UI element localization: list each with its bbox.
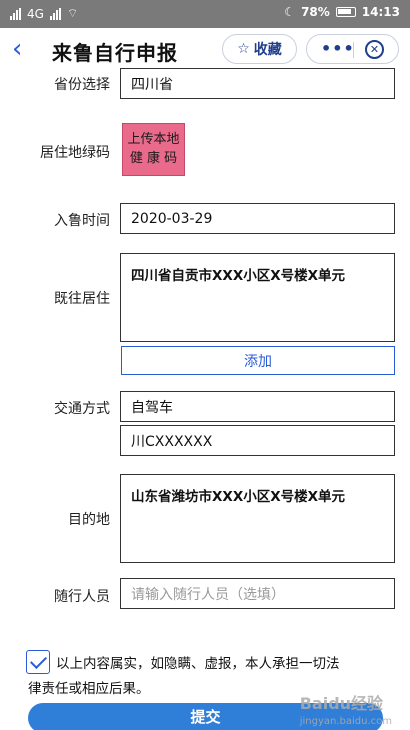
add-residence-button[interactable]: 添加 [121, 346, 395, 375]
status-bar: 4G ⌔ ☾ 78% 14:13 [0, 0, 410, 28]
watermark-brand: Baidu经验 [299, 694, 384, 713]
destination-value: 山东省潍坊市XXX小区X号楼X单元 [131, 489, 346, 505]
companions-input[interactable]: 请输入随行人员（选填） [120, 578, 395, 609]
entry-date-field[interactable]: 2020-03-29 [120, 203, 395, 234]
status-right: ☾ 78% 14:13 [284, 5, 400, 19]
entry-date-value: 2020-03-29 [131, 210, 213, 227]
plate-number-value: 川CXXXXXX [131, 433, 213, 450]
clock: 14:13 [361, 5, 400, 19]
watermark-url: jingyan.baidu.com [299, 716, 392, 727]
agreement-text-line2: 律责任或相应后果。 [28, 681, 150, 697]
navigation-bar: ‹ 来鲁自行申报 ☆ 收藏 ••• ✕ [0, 28, 410, 72]
close-miniapp-icon[interactable]: ✕ [365, 40, 384, 59]
moon-icon: ☾ [284, 5, 296, 19]
destination-field[interactable]: 山东省潍坊市XXX小区X号楼X单元 [120, 474, 395, 563]
watermark: Baidu经验 jingyan.baidu.com [300, 690, 392, 727]
health-code-label: 居住地绿码 [40, 145, 110, 161]
province-select[interactable]: 四川省 [120, 68, 395, 99]
province-value: 四川省 [131, 76, 173, 93]
miniapp-capsule: ••• ✕ [306, 34, 399, 64]
transport-mode-value: 自驾车 [131, 399, 173, 416]
favorite-button[interactable]: ☆ 收藏 [222, 34, 297, 64]
signal-icon-2 [49, 7, 61, 20]
destination-label: 目的地 [68, 512, 110, 528]
upload-line-1: 上传本地 [127, 132, 180, 147]
favorite-label: 收藏 [253, 42, 282, 58]
signal-icon [10, 7, 21, 20]
page-title: 来鲁自行申报 [52, 41, 178, 65]
plate-number-field[interactable]: 川CXXXXXX [120, 425, 395, 456]
upload-line-2: 健 康 码 [129, 151, 178, 166]
wifi-icon: ⌔ [66, 6, 79, 20]
back-arrow-icon[interactable]: ‹ [12, 34, 22, 64]
companions-label: 随行人员 [54, 589, 110, 605]
battery-icon [335, 7, 356, 17]
status-left: 4G ⌔ [10, 6, 78, 21]
more-menu-button[interactable]: ••• [321, 39, 355, 58]
agreement-checkbox[interactable] [26, 650, 50, 674]
past-residence-label: 既往居住 [54, 291, 110, 307]
star-icon: ☆ [237, 41, 250, 57]
entry-date-label: 入鲁时间 [54, 213, 110, 229]
health-code-upload-button[interactable]: 上传本地 健 康 码 [122, 123, 185, 176]
past-residence-value: 四川省自贡市XXX小区X号楼X单元 [131, 268, 346, 284]
transport-label: 交通方式 [54, 401, 110, 417]
capsule-divider [353, 42, 354, 58]
past-residence-field[interactable]: 四川省自贡市XXX小区X号楼X单元 [120, 253, 395, 342]
transport-mode-field[interactable]: 自驾车 [120, 391, 395, 422]
battery-level: 78% [301, 5, 330, 19]
network-type: 4G [27, 6, 44, 21]
province-label: 省份选择 [54, 77, 110, 93]
agreement-text-line1: 以上内容属实，如隐瞒、虚报，本人承担一切法 [56, 656, 340, 672]
companions-placeholder: 请输入随行人员（选填） [131, 586, 285, 603]
